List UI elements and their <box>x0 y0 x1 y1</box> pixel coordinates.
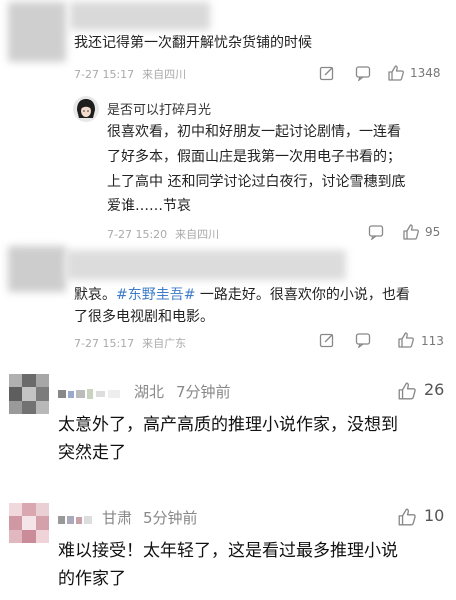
reply-location: 来自四川 <box>175 228 220 241</box>
comment-time: 7分钟前 <box>176 383 231 401</box>
reply-line-1: 很喜欢看，初中和好朋友一起讨论剧情，一连看 <box>107 124 401 140</box>
like-icon[interactable] <box>396 506 418 528</box>
comment-text-line-2: 的作家了 <box>58 569 126 589</box>
comment-time: 7-27 15:17 <box>74 337 135 350</box>
comment-time: 5分钟前 <box>143 509 198 527</box>
blurred-avatar <box>8 2 66 62</box>
blurred-username <box>66 250 346 280</box>
comment-text-line-2: 了很多电视剧和电影。 <box>74 309 214 325</box>
reply-line-4: 爱谁……节哀 <box>107 198 191 214</box>
comment-text: 我还记得第一次翻开解忧杂货铺的时候 <box>74 35 312 51</box>
comment-time: 7-27 15:17 <box>74 68 135 81</box>
comment-text-line-1: 太意外了，高产高质的推理小说作家，没想到 <box>58 415 398 435</box>
avatar[interactable] <box>9 374 49 414</box>
blurred-username <box>58 385 124 399</box>
reply-meta: 7-27 15:20 来自四川 <box>107 226 227 242</box>
like-count: 95 <box>425 225 441 239</box>
like-icon[interactable] <box>401 222 421 242</box>
comment-location: 来自广东 <box>142 337 187 350</box>
comment-location: 湖北 <box>134 383 165 401</box>
like-count: 1348 <box>410 66 441 80</box>
edit-icon[interactable] <box>318 331 336 349</box>
like-icon[interactable] <box>386 63 406 83</box>
comment-icon[interactable] <box>354 331 372 349</box>
avatar[interactable] <box>9 503 49 543</box>
blurred-username <box>70 2 210 30</box>
comment-location: 来自四川 <box>142 68 187 81</box>
like-count: 10 <box>424 506 445 525</box>
comment-icon[interactable] <box>367 223 385 241</box>
like-icon[interactable] <box>396 380 418 402</box>
edit-icon[interactable] <box>318 64 336 82</box>
comment-text-line-1: 难以接受！太年轻了，这是看过最多推理小说 <box>58 541 398 561</box>
comment-text: 默哀。#东野圭吾# 一路走好。很喜欢你的小说，也看 <box>74 287 410 303</box>
like-icon[interactable] <box>396 330 416 350</box>
comment-icon[interactable] <box>354 64 372 82</box>
blurred-avatar <box>8 246 66 292</box>
reply-line-3: 上了高中 还和同学讨论过白夜行，讨论雪穗到底 <box>107 174 406 190</box>
reply-avatar[interactable] <box>73 96 99 122</box>
like-count: 113 <box>421 334 444 348</box>
hashtag-link[interactable]: #东野圭吾# <box>116 287 195 303</box>
reply-line-2: 了好多本，假面山庄是我第一次用电子书看的； <box>107 149 401 165</box>
comment-location: 甘肃 <box>102 509 133 527</box>
blurred-username <box>58 511 94 524</box>
comment-meta: 7-27 15:17 来自广东 <box>74 335 194 351</box>
comment-text-line-2: 突然走了 <box>58 443 126 463</box>
comment-meta: 7-27 15:17 来自四川 <box>74 66 194 82</box>
like-count: 26 <box>424 380 445 399</box>
reply-time: 7-27 15:20 <box>107 228 168 241</box>
reply-username[interactable]: 是否可以打碎月光 <box>107 99 211 118</box>
